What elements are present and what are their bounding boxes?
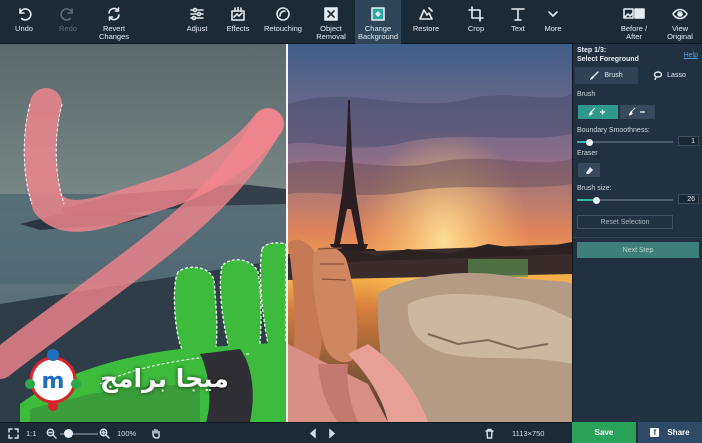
more-label: More bbox=[544, 24, 562, 33]
delete-button[interactable] bbox=[484, 423, 495, 443]
facebook-icon: f bbox=[650, 428, 660, 437]
brush-size-label: Brush size: bbox=[577, 185, 612, 192]
brush-size-value-field[interactable]: 26 bbox=[678, 194, 699, 204]
watermark-logo: m ميجا برامج bbox=[18, 344, 268, 416]
chevron-down-icon bbox=[548, 11, 558, 17]
toolbar: Undo Redo Revert Changes Adjust Effects R… bbox=[0, 0, 702, 44]
object-removal-button[interactable]: Object Removal bbox=[310, 0, 352, 44]
bottom-bar: 1:1 100% 1113×750 bbox=[0, 422, 572, 443]
boundary-smoothness-label: Boundary Smoothness: bbox=[577, 127, 650, 134]
arrow-left-icon bbox=[309, 428, 316, 439]
crop-icon bbox=[468, 6, 484, 22]
next-step-button[interactable]: Next Step bbox=[577, 242, 699, 258]
share-button[interactable]: f Share bbox=[638, 422, 702, 443]
brush-size-slider-knob[interactable] bbox=[593, 196, 600, 204]
text-label: Text bbox=[511, 24, 525, 33]
retouching-label: Retouching bbox=[264, 24, 302, 33]
more-button[interactable]: More bbox=[538, 0, 568, 44]
zoom-slider-knob[interactable] bbox=[64, 429, 73, 438]
adjust-label: Adjust bbox=[186, 24, 208, 33]
zoom-out-icon bbox=[46, 428, 57, 439]
before-after-icon bbox=[623, 8, 645, 19]
zoom-in-button[interactable] bbox=[99, 423, 110, 443]
redo-label: Redo bbox=[59, 24, 77, 33]
step-title: Step 1/3: Select Foreground bbox=[577, 47, 639, 63]
before-after-label: Before / After bbox=[620, 24, 648, 41]
change-background-button[interactable]: Change Background bbox=[355, 0, 401, 44]
tab-brush[interactable]: Brush bbox=[575, 67, 638, 84]
revert-changes-button[interactable]: Revert Changes bbox=[92, 0, 136, 44]
save-button[interactable]: Save bbox=[572, 422, 636, 443]
view-original-label: View Original bbox=[667, 24, 693, 41]
text-icon bbox=[511, 8, 525, 21]
revert-icon bbox=[108, 7, 120, 21]
crop-label: Crop bbox=[467, 24, 485, 33]
effects-icon bbox=[231, 6, 245, 21]
boundary-value-field[interactable]: 1 bbox=[678, 136, 699, 146]
trash-icon bbox=[485, 428, 494, 439]
restore-button[interactable]: Restore bbox=[406, 0, 446, 44]
brush-section-label: Brush bbox=[577, 91, 596, 98]
after-photo bbox=[288, 44, 572, 422]
undo-label: Undo bbox=[15, 24, 33, 33]
retouch-icon bbox=[276, 7, 290, 21]
next-image-button[interactable] bbox=[326, 423, 337, 443]
before-after-button[interactable]: Before / After bbox=[612, 0, 656, 44]
restore-icon bbox=[419, 7, 433, 20]
background-brush-button[interactable] bbox=[620, 105, 655, 119]
hand-tool-button[interactable] bbox=[150, 423, 161, 443]
help-link[interactable]: Help bbox=[684, 52, 698, 59]
change-background-icon bbox=[371, 7, 385, 21]
adjust-button[interactable]: Adjust bbox=[178, 0, 216, 44]
undo-button[interactable]: Undo bbox=[4, 0, 44, 44]
tab-lasso[interactable]: Lasso bbox=[638, 67, 701, 84]
zoom-out-button[interactable] bbox=[46, 423, 57, 443]
actual-size-button[interactable]: 1:1 bbox=[26, 423, 36, 443]
boundary-slider-knob[interactable] bbox=[586, 138, 593, 146]
eraser-label: Eraser bbox=[577, 150, 598, 157]
logo-letter: m bbox=[42, 369, 65, 394]
eraser-icon bbox=[585, 166, 593, 174]
object-removal-label: Object Removal bbox=[316, 24, 346, 41]
effects-label: Effects bbox=[226, 24, 250, 33]
view-original-button[interactable]: View Original bbox=[660, 0, 700, 44]
arrow-right-icon bbox=[329, 428, 336, 439]
selection-mode-tabs: Brush Lasso bbox=[575, 67, 701, 84]
reset-selection-button[interactable]: Reset Selection bbox=[577, 215, 673, 229]
eye-icon bbox=[672, 8, 688, 20]
fit-screen-button[interactable] bbox=[8, 423, 19, 443]
brush-minus-icon bbox=[628, 107, 645, 116]
change-background-panel: Step 1/3: Select Foreground Help Brush La… bbox=[572, 44, 702, 422]
after-image[interactable] bbox=[288, 44, 572, 422]
panel-divider bbox=[573, 237, 702, 238]
undo-icon bbox=[19, 8, 32, 21]
fit-screen-icon bbox=[8, 428, 19, 439]
revert-label: Revert Changes bbox=[98, 24, 130, 41]
image-dimensions: 1113×750 bbox=[512, 429, 545, 438]
hand-icon bbox=[152, 428, 160, 439]
lasso-icon bbox=[653, 71, 663, 80]
brush-icon bbox=[590, 71, 600, 80]
effects-button[interactable]: Effects bbox=[219, 0, 257, 44]
eraser-button[interactable] bbox=[578, 163, 600, 177]
retouching-button[interactable]: Retouching bbox=[260, 0, 306, 44]
zoom-in-icon bbox=[99, 428, 110, 439]
restore-label: Restore bbox=[412, 24, 440, 33]
share-label: Share bbox=[667, 428, 690, 437]
sliders-icon bbox=[190, 7, 204, 21]
mega-logo-icon: m bbox=[25, 349, 81, 411]
text-button[interactable]: Text bbox=[498, 0, 538, 44]
object-removal-icon bbox=[324, 7, 338, 21]
zoom-value: 100% bbox=[117, 429, 137, 438]
brush-plus-icon bbox=[588, 107, 605, 116]
redo-button[interactable]: Redo bbox=[48, 0, 88, 44]
previous-image-button[interactable] bbox=[308, 423, 319, 443]
redo-icon bbox=[60, 8, 73, 21]
watermark-text: ميجا برامج bbox=[100, 364, 229, 393]
foreground-brush-button[interactable] bbox=[578, 105, 618, 119]
image-canvas[interactable]: m ميجا برامج bbox=[0, 44, 572, 422]
change-background-label: Change Background bbox=[357, 24, 399, 41]
crop-button[interactable]: Crop bbox=[456, 0, 496, 44]
